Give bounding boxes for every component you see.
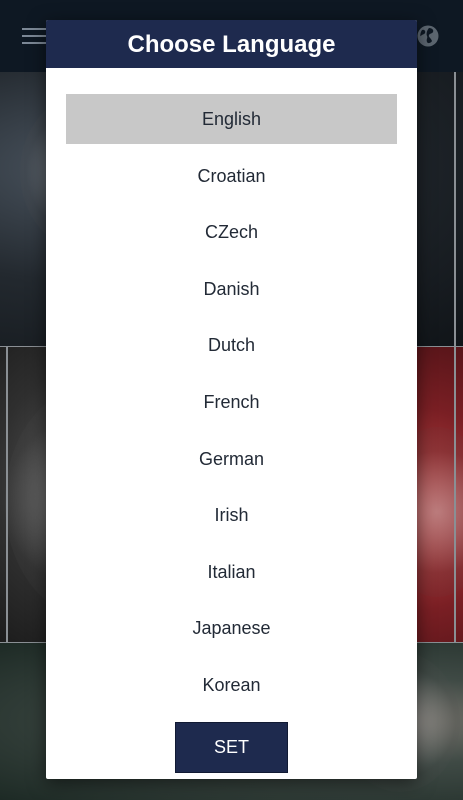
language-option-danish[interactable]: Danish: [66, 264, 397, 314]
tile-divider: [454, 72, 456, 642]
language-option-french[interactable]: French: [66, 377, 397, 427]
language-option-dutch[interactable]: Dutch: [66, 320, 397, 370]
choose-language-dialog: Choose Language English Croatian CZech D…: [46, 20, 417, 779]
language-option-korean[interactable]: Korean: [66, 660, 397, 710]
language-option-italian[interactable]: Italian: [66, 547, 397, 597]
language-option-croatian[interactable]: Croatian: [66, 151, 397, 201]
tile-divider: [6, 347, 8, 642]
dialog-header: Choose Language: [46, 20, 417, 68]
language-option-japanese[interactable]: Japanese: [66, 603, 397, 653]
globe-icon[interactable]: [416, 24, 440, 48]
language-option-czech[interactable]: CZech: [66, 207, 397, 257]
dialog-title: Choose Language: [127, 31, 336, 58]
language-list: English Croatian CZech Danish Dutch Fren…: [66, 94, 397, 717]
language-option-irish[interactable]: Irish: [66, 490, 397, 540]
language-option-english[interactable]: English: [66, 94, 397, 144]
language-option-german[interactable]: German: [66, 434, 397, 484]
hamburger-menu-icon[interactable]: [22, 26, 48, 46]
set-button[interactable]: SET: [175, 722, 288, 773]
